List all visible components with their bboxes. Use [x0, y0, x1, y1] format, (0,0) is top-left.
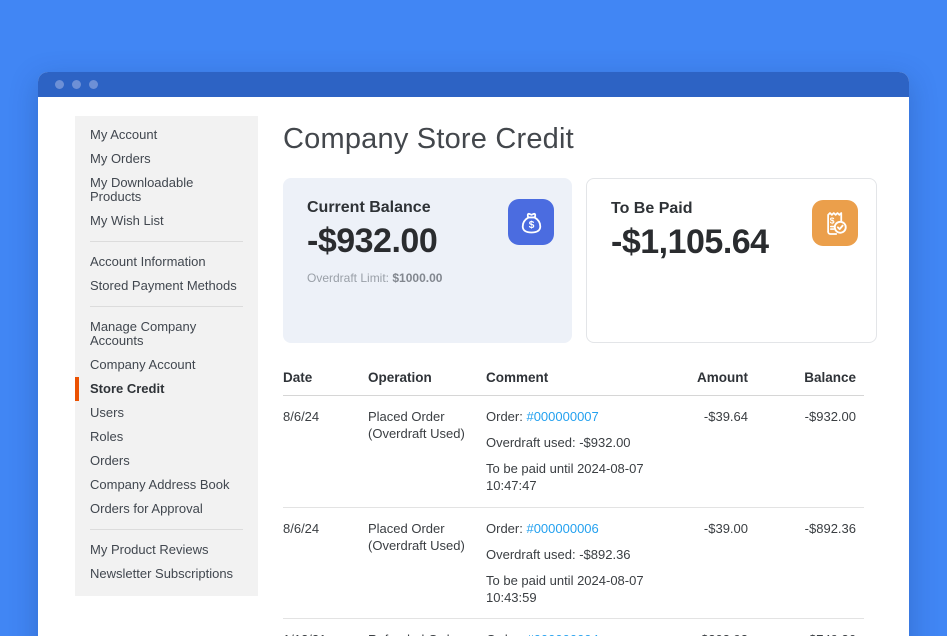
sidebar-item[interactable]: Orders: [75, 449, 258, 473]
comment-text: Order:: [486, 520, 527, 536]
cell-amount: -$39.00: [686, 507, 756, 620]
order-link[interactable]: #000000006: [526, 521, 598, 536]
main-content: Company Store Credit Current Balance -$9…: [258, 97, 909, 636]
receipt-check-icon: $: [812, 200, 858, 247]
comment-line: Overdraft used: -$892.36: [486, 547, 666, 564]
sidebar-item[interactable]: Newsletter Subscriptions: [75, 562, 258, 586]
sidebar-item[interactable]: My Product Reviews: [75, 538, 258, 562]
table-row: 1/13/21 Refunded Order Order: #000000004…: [283, 618, 864, 636]
table-row: 8/6/24 Placed Order (Overdraft Used) Ord…: [283, 395, 864, 508]
window-dot[interactable]: [72, 80, 81, 89]
svg-text:$: $: [830, 216, 835, 226]
sidebar-item[interactable]: My Account: [75, 123, 258, 147]
store-credit-table: Date Operation Comment Amount Balance 8/6/24…: [283, 366, 864, 636]
comment-text: Order:: [486, 632, 526, 636]
comment-line: Order: #000000007: [486, 409, 666, 426]
cell-comment: Order: #000000006 Overdraft used: -$892.3…: [486, 507, 686, 620]
page-title: Company Store Credit: [283, 123, 574, 155]
sidebar-group-items: My Account My Orders My Downloadable Produ…: [75, 123, 258, 233]
sidebar-item[interactable]: Account Information: [75, 250, 258, 274]
sidebar: My Account My Orders My Downloadable Produ…: [75, 116, 258, 596]
sidebar-item[interactable]: Orders for Approval: [75, 497, 258, 521]
sidebar-group-items: Manage Company Accounts Company Account St…: [75, 315, 258, 521]
cell-date: 8/6/24: [283, 395, 368, 508]
sidebar-item[interactable]: Users: [75, 401, 258, 425]
table-column-header: Amount: [686, 366, 756, 397]
cell-operation: Placed Order (Overdraft Used): [368, 395, 486, 508]
table-column-header: Comment: [486, 366, 686, 397]
comment-line: Order: #000000004: [486, 632, 666, 636]
sidebar-item[interactable]: My Wish List: [75, 209, 258, 233]
sidebar-group: Account Information Stored Payment Method…: [75, 241, 258, 298]
to-be-paid-card: To Be Paid -$1,105.64 $: [586, 178, 877, 344]
svg-text:$: $: [528, 220, 534, 231]
cell-balance: -$932.00: [756, 395, 864, 508]
page-content: My Account My Orders My Downloadable Produ…: [38, 97, 909, 636]
money-bag-icon: $: [508, 199, 554, 246]
comment-text: To be paid until 2024-08-07 10:43:59: [486, 572, 644, 605]
table-column-header: Date: [283, 366, 368, 397]
sidebar-group: Manage Company Accounts Company Account St…: [75, 306, 258, 521]
comment-line: To be paid until 2024-08-07 10:47:47: [486, 461, 666, 495]
table-column-header: Operation: [368, 366, 486, 397]
window-dot[interactable]: [89, 80, 98, 89]
comment-lines: Order: #000000006 Overdraft used: -$892.3…: [486, 521, 666, 607]
comment-lines: Order: #000000007 Overdraft used: -$932.0…: [486, 409, 666, 495]
sidebar-group-items: Account Information Stored Payment Method…: [75, 250, 258, 298]
overdraft-limit-value: $1000.00: [392, 270, 443, 285]
cell-operation: Refunded Order: [368, 618, 486, 636]
sidebar-group-items: My Product Reviews Newsletter Subscriptio…: [75, 538, 258, 586]
table-row: 8/6/24 Placed Order (Overdraft Used) Ord…: [283, 507, 864, 620]
comment-line: Overdraft used: -$932.00: [486, 435, 666, 452]
window-dot[interactable]: [55, 80, 64, 89]
sidebar-item[interactable]: Stored Payment Methods: [75, 274, 258, 298]
current-balance-card: Current Balance -$932.00 Overdraft Limit…: [283, 178, 572, 344]
sidebar-item[interactable]: Roles: [75, 425, 258, 449]
sidebar-item[interactable]: My Orders: [75, 147, 258, 171]
window-titlebar[interactable]: [38, 72, 909, 97]
sidebar-item[interactable]: Company Address Book: [75, 473, 258, 497]
cell-comment: Order: #000000007 Overdraft used: -$932.0…: [486, 395, 686, 508]
cell-amount: -$39.64: [686, 395, 756, 508]
order-link[interactable]: #000000004: [526, 632, 598, 636]
comment-text: Overdraft used: -$932.00: [486, 435, 631, 451]
browser-window: My Account My Orders My Downloadable Produ…: [38, 72, 909, 636]
comment-text: Overdraft used: -$892.36: [486, 546, 631, 562]
comment-lines: Order: #000000004: [486, 632, 666, 636]
overdraft-limit: Overdraft Limit: $1000.00: [307, 271, 548, 285]
sidebar-item[interactable]: Company Account: [75, 353, 258, 377]
order-link[interactable]: #000000007: [526, 409, 598, 424]
cell-operation: Placed Order (Overdraft Used): [368, 507, 486, 620]
comment-text: To be paid until 2024-08-07 10:47:47: [486, 461, 644, 494]
table-header-row: Date Operation Comment Amount Balance: [283, 366, 864, 397]
comment-line: To be paid until 2024-08-07 10:43:59: [486, 573, 666, 607]
cell-amount: +$203.92: [686, 618, 756, 636]
sidebar-item[interactable]: My Downloadable Products: [75, 171, 258, 209]
table-column-header: Balance: [756, 366, 864, 397]
cell-comment: Order: #000000004: [486, 618, 686, 636]
summary-cards: Current Balance -$932.00 Overdraft Limit…: [283, 178, 877, 344]
sidebar-item[interactable]: Manage Company Accounts: [75, 315, 258, 353]
sidebar-group: My Account My Orders My Downloadable Produ…: [75, 123, 258, 233]
cell-balance: -$892.36: [756, 507, 864, 620]
cell-date: 8/6/24: [283, 507, 368, 620]
overdraft-limit-label: Overdraft Limit:: [307, 270, 390, 285]
sidebar-item[interactable]: Store Credit: [75, 377, 258, 401]
comment-text: Order:: [486, 409, 527, 425]
cell-date: 1/13/21: [283, 618, 368, 636]
sidebar-group: My Product Reviews Newsletter Subscriptio…: [75, 529, 258, 586]
comment-line: Order: #000000006: [486, 521, 666, 538]
cell-balance: -$749.36: [756, 618, 864, 636]
